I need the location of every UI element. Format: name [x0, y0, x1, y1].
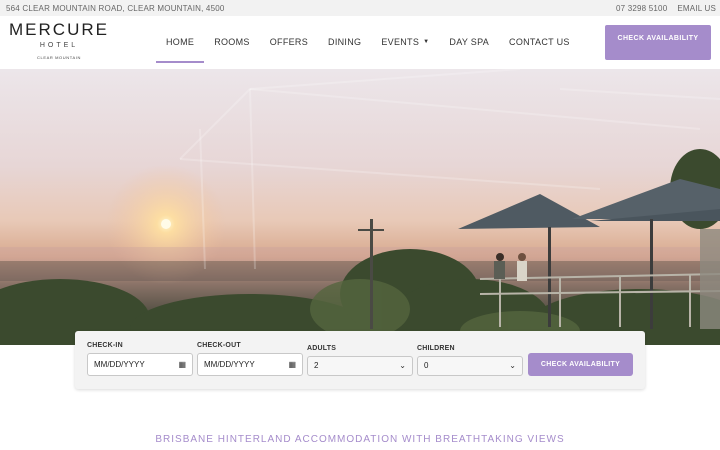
- calendar-icon[interactable]: ▦: [178, 354, 186, 375]
- hero-scene: [0, 69, 720, 345]
- chevron-down-icon: ⌄: [399, 361, 406, 370]
- nav-item-label: CONTACT US: [509, 37, 570, 47]
- site-header: MERCURE HOTEL CLEAR MOUNTAIN HOME ROOMS …: [0, 16, 720, 69]
- nav-item-label: DAY SPA: [449, 37, 490, 47]
- chevron-down-icon: ⌄: [509, 361, 516, 370]
- chevron-down-icon: ▼: [423, 39, 430, 46]
- nav-item-home[interactable]: HOME: [156, 16, 205, 69]
- adults-label: ADULTS: [307, 345, 337, 352]
- checkout-label: CHECK-OUT: [197, 342, 241, 349]
- nav-item-offers[interactable]: OFFERS: [260, 16, 318, 69]
- nav-item-label: EVENTS: [381, 37, 420, 47]
- sun: [161, 219, 171, 229]
- top-bar-contacts: 07 3298 5100 EMAIL US: [616, 4, 716, 13]
- nav-item-dining[interactable]: DINING: [318, 16, 371, 69]
- children-select[interactable]: 0 ⌄: [417, 356, 523, 376]
- nav-item-label: ROOMS: [214, 37, 250, 47]
- building-reflection: [179, 69, 720, 270]
- tagline: BRISBANE HINTERLAND ACCOMMODATION WITH B…: [155, 434, 565, 445]
- check-availability-button[interactable]: CHECK AVAILABILITY: [528, 353, 633, 376]
- phone-link[interactable]: 07 3298 5100: [616, 4, 667, 13]
- main-nav: HOME ROOMS OFFERS DINING EVENTS ▼ DAY SPA…: [156, 16, 580, 69]
- email-link[interactable]: EMAIL US: [677, 4, 716, 13]
- adults-select[interactable]: 2 ⌄: [307, 356, 413, 376]
- nav-item-contact-us[interactable]: CONTACT US: [499, 16, 580, 69]
- nav-item-day-spa[interactable]: DAY SPA: [439, 16, 499, 69]
- logo-sub: HOTEL: [39, 42, 79, 49]
- checkin-input[interactable]: MM/DD/YYYY ▦: [87, 353, 193, 376]
- hero-image: [0, 69, 720, 345]
- adults-value: 2: [314, 361, 319, 370]
- logo-location: CLEAR MOUNTAIN: [37, 55, 81, 60]
- children-label: CHILDREN: [417, 345, 455, 352]
- nav-item-label: OFFERS: [269, 37, 309, 47]
- booking-form: CHECK-IN MM/DD/YYYY ▦ CHECK-OUT MM/DD/YY…: [75, 331, 645, 389]
- checkout-placeholder: MM/DD/YYYY: [204, 360, 255, 369]
- address-text: 564 CLEAR MOUNTAIN ROAD, CLEAR MOUNTAIN,…: [6, 4, 225, 13]
- calendar-icon[interactable]: ▦: [288, 354, 296, 375]
- children-value: 0: [424, 361, 429, 370]
- top-bar: 564 CLEAR MOUNTAIN ROAD, CLEAR MOUNTAIN,…: [0, 0, 720, 16]
- nav-item-events[interactable]: EVENTS ▼: [371, 16, 439, 69]
- nav-item-rooms[interactable]: ROOMS: [204, 16, 260, 69]
- nav-item-label: DINING: [328, 37, 362, 47]
- checkin-label: CHECK-IN: [87, 342, 123, 349]
- check-availability-header-button[interactable]: CHECK AVAILABILITY: [605, 25, 711, 60]
- nav-item-label: HOME: [166, 37, 195, 47]
- logo-brand: MERCURE: [9, 20, 109, 39]
- checkout-input[interactable]: MM/DD/YYYY ▦: [197, 353, 303, 376]
- hotel-logo[interactable]: MERCURE HOTEL CLEAR MOUNTAIN: [7, 21, 111, 65]
- checkin-placeholder: MM/DD/YYYY: [94, 360, 145, 369]
